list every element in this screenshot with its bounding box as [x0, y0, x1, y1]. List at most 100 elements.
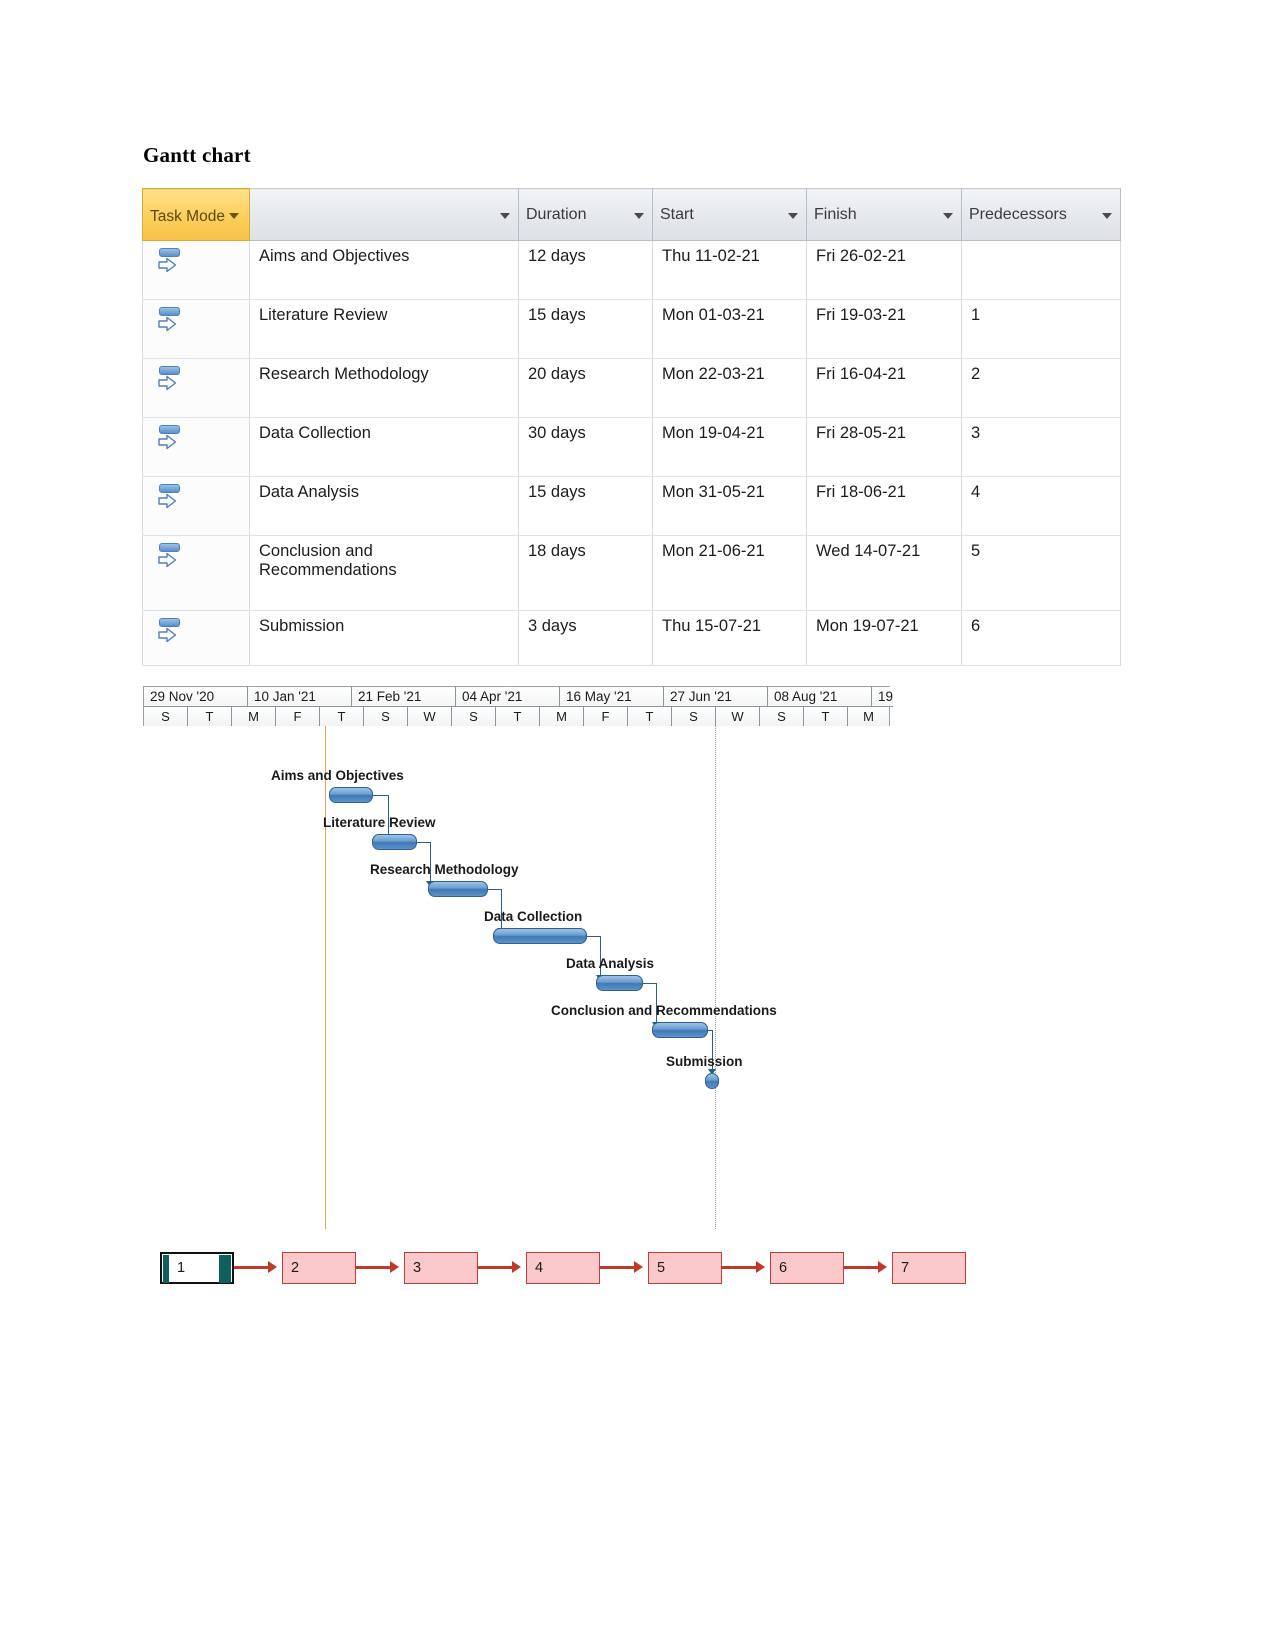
chevron-down-icon[interactable]	[788, 212, 798, 219]
cell-duration[interactable]: 3 days	[518, 610, 653, 666]
table-row[interactable]: Data Collection 30 days Mon 19-04-21 Fri 28…	[142, 417, 1121, 477]
cell-task-name[interactable]: Research Methodology	[249, 358, 519, 418]
gantt-bar-submission[interactable]	[705, 1073, 719, 1089]
cell-task-name[interactable]: Literature Review	[249, 299, 519, 359]
cell-start[interactable]: Mon 01-03-21	[652, 299, 807, 359]
table-row[interactable]: Conclusion and Recommendations 18 days Mon…	[142, 535, 1121, 611]
cell-predecessors[interactable]: 1	[961, 299, 1121, 359]
network-node[interactable]: 2	[282, 1252, 356, 1284]
cell-start[interactable]: Thu 15-07-21	[652, 610, 807, 666]
cell-task-name[interactable]: Aims and Objectives	[249, 240, 519, 300]
column-header-finish-label: Finish	[814, 205, 857, 223]
cell-task-mode[interactable]	[142, 417, 250, 477]
cell-duration[interactable]: 15 days	[518, 476, 653, 536]
timeline-major-tick: 08 Aug '21	[768, 687, 872, 707]
cell-task-mode[interactable]	[142, 299, 250, 359]
cell-start[interactable]: Mon 31-05-21	[652, 476, 807, 536]
cell-predecessors[interactable]: 4	[961, 476, 1121, 536]
cell-duration[interactable]: 20 days	[518, 358, 653, 418]
network-node[interactable]: 3	[404, 1252, 478, 1284]
timeline-minor-tick: M	[232, 707, 276, 726]
column-header-task-mode[interactable]: Task Mode	[142, 188, 250, 241]
cell-duration[interactable]: 18 days	[518, 535, 653, 611]
column-header-start-label: Start	[660, 205, 694, 223]
cell-duration[interactable]: 15 days	[518, 299, 653, 359]
cell-task-mode[interactable]	[142, 358, 250, 418]
node-accent-right	[219, 1255, 231, 1283]
table-row[interactable]: Literature Review 15 days Mon 01-03-21 Fri …	[142, 299, 1121, 359]
network-node[interactable]: 1	[160, 1252, 234, 1284]
network-arrow-line	[600, 1266, 634, 1269]
cell-finish[interactable]: Mon 19-07-21	[806, 610, 962, 666]
task-table-container: Task Mode Duration Start Finish Predeces…	[142, 188, 1121, 666]
manually-scheduled-icon[interactable]	[157, 482, 181, 512]
gantt-bar-research-methodology[interactable]	[428, 881, 488, 897]
cell-finish[interactable]: Fri 18-06-21	[806, 476, 962, 536]
chevron-down-icon[interactable]	[634, 212, 644, 219]
cell-predecessors[interactable]: 6	[961, 610, 1121, 666]
column-header-task-name[interactable]	[249, 188, 519, 241]
cell-duration[interactable]: 30 days	[518, 417, 653, 477]
cell-finish[interactable]: Fri 16-04-21	[806, 358, 962, 418]
cell-duration[interactable]: 12 days	[518, 240, 653, 300]
table-row[interactable]: Submission 3 days Thu 15-07-21 Mon 19-07-21…	[142, 610, 1121, 666]
chevron-down-icon[interactable]	[943, 212, 953, 219]
timeline-minor-tick: T	[804, 707, 848, 726]
manually-scheduled-icon[interactable]	[157, 423, 181, 453]
column-header-task-mode-label: Task Mode	[150, 207, 225, 225]
table-row[interactable]: Data Analysis 15 days Mon 31-05-21 Fri 18-0…	[142, 476, 1121, 536]
manually-scheduled-icon[interactable]	[157, 616, 181, 646]
cell-task-mode[interactable]	[142, 535, 250, 611]
column-header-duration[interactable]: Duration	[518, 188, 653, 241]
task-mode-bar-icon	[159, 307, 180, 316]
cell-finish[interactable]: Fri 26-02-21	[806, 240, 962, 300]
cell-finish[interactable]: Wed 14-07-21	[806, 535, 962, 611]
column-header-duration-label: Duration	[526, 205, 587, 223]
cell-start[interactable]: Thu 11-02-21	[652, 240, 807, 300]
chevron-down-icon[interactable]	[1102, 212, 1112, 219]
gantt-bar-conclusion-and-recommendations[interactable]	[652, 1022, 708, 1038]
column-header-finish[interactable]: Finish	[806, 188, 962, 241]
manually-scheduled-icon[interactable]	[157, 246, 181, 276]
gantt-bar-data-analysis[interactable]	[596, 975, 643, 991]
cell-finish[interactable]: Fri 19-03-21	[806, 299, 962, 359]
cell-predecessors[interactable]: 2	[961, 358, 1121, 418]
manually-scheduled-icon[interactable]	[157, 541, 181, 571]
network-node[interactable]: 7	[892, 1252, 966, 1284]
gantt-bar-aims-and-objectives[interactable]	[329, 787, 373, 803]
manually-scheduled-icon[interactable]	[157, 364, 181, 394]
cell-task-name[interactable]: Conclusion and Recommendations	[249, 535, 519, 611]
column-header-predecessors[interactable]: Predecessors	[961, 188, 1121, 241]
chevron-down-icon[interactable]	[229, 212, 239, 219]
column-header-start[interactable]: Start	[652, 188, 807, 241]
network-node[interactable]: 4	[526, 1252, 600, 1284]
network-node[interactable]: 6	[770, 1252, 844, 1284]
network-diagram: 1 2 3 4 5 6 7	[160, 1248, 990, 1294]
manually-scheduled-arrow-icon	[158, 552, 177, 568]
manually-scheduled-icon[interactable]	[157, 305, 181, 335]
timeline-minor-tick: S	[452, 707, 496, 726]
cell-task-name[interactable]: Data Analysis	[249, 476, 519, 536]
cell-finish[interactable]: Fri 28-05-21	[806, 417, 962, 477]
table-row[interactable]: Research Methodology 20 days Mon 22-03-21 F…	[142, 358, 1121, 418]
table-row[interactable]: Aims and Objectives 12 days Thu 11-02-21 Fr…	[142, 240, 1121, 300]
timeline-minor-tick: T	[320, 707, 364, 726]
gantt-bar-literature-review[interactable]	[372, 834, 417, 850]
gantt-bar-data-collection[interactable]	[493, 928, 587, 944]
gantt-chart: 29 Nov '20 10 Jan '21 21 Feb '21 04 Apr '21…	[143, 686, 893, 1231]
cell-predecessors[interactable]	[961, 240, 1121, 300]
cell-predecessors[interactable]: 5	[961, 535, 1121, 611]
cell-task-mode[interactable]	[142, 476, 250, 536]
cell-task-name[interactable]: Submission	[249, 610, 519, 666]
cell-start[interactable]: Mon 22-03-21	[652, 358, 807, 418]
cell-task-mode[interactable]	[142, 610, 250, 666]
network-node[interactable]: 5	[648, 1252, 722, 1284]
cell-task-name[interactable]: Data Collection	[249, 417, 519, 477]
cell-start[interactable]: Mon 19-04-21	[652, 417, 807, 477]
cell-predecessors[interactable]: 3	[961, 417, 1121, 477]
network-arrow-head-icon	[390, 1261, 399, 1273]
chevron-down-icon[interactable]	[500, 212, 510, 219]
manually-scheduled-arrow-icon	[158, 316, 177, 332]
cell-task-mode[interactable]	[142, 240, 250, 300]
cell-start[interactable]: Mon 21-06-21	[652, 535, 807, 611]
